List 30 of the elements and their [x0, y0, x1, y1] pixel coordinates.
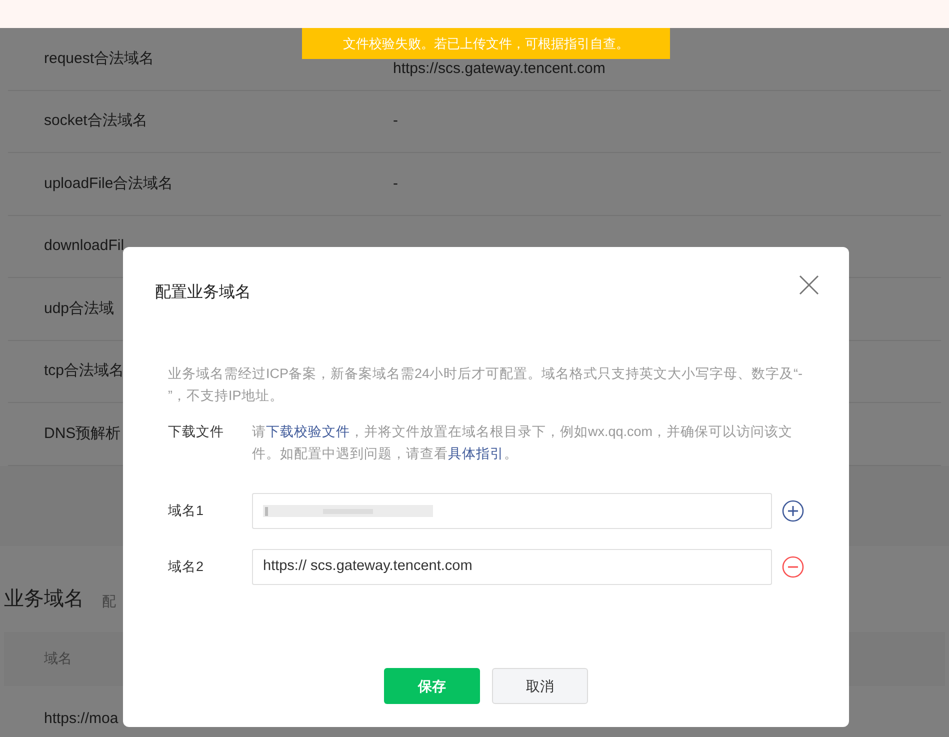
row-value: https://scs.gateway.tencent.com: [393, 58, 606, 78]
row-value: -: [393, 111, 398, 131]
close-icon[interactable]: [799, 275, 819, 295]
blurred-value-icon: [263, 505, 433, 517]
input-value: https:// scs.gateway.tencent.com: [263, 557, 472, 576]
row-label: uploadFile合法域名: [44, 174, 174, 192]
row-label: downloadFil: [44, 237, 124, 254]
cancel-button[interactable]: 取消: [492, 668, 588, 704]
dialog-title: 配置业务域名: [155, 282, 251, 303]
download-instructions: 请下载校验文件，并将文件放置在域名根目录下，例如wx.qq.com，并确保可以访问该文件。如配置中遇到问题，请查看具体指引。: [252, 423, 794, 463]
section-title: 业务域名: [4, 586, 84, 612]
row-label: tcp合法域名: [44, 362, 124, 379]
toast: 文件校验失败。若已上传文件，可根据指引自查。: [302, 28, 670, 59]
section-subtitle: 配: [102, 592, 116, 610]
remove-icon[interactable]: [782, 556, 804, 578]
domain-input[interactable]: https:// scs.gateway.tencent.com: [252, 549, 772, 585]
download-link[interactable]: 下载校验文件: [266, 424, 350, 439]
row-label: request合法域名: [44, 50, 154, 66]
domain-input[interactable]: [252, 493, 772, 529]
field-label: 域名2: [168, 558, 205, 576]
add-icon[interactable]: [782, 500, 804, 522]
row-value: -: [393, 174, 398, 194]
table-cell-text: https://moa: [44, 708, 120, 728]
guide-link[interactable]: 具体指引: [448, 446, 504, 461]
field-label: 域名1: [168, 502, 205, 520]
notice-text: 业务域名需经过ICP备案，新备案域名需24小时后才可配置。域名格式只支持英文大小写字母、数字及“- ”，不支持IP地址。: [168, 365, 804, 405]
row-label: socket合法域名: [44, 112, 148, 129]
row-label: udp合法域: [44, 300, 114, 316]
download-label: 下载文件: [168, 423, 225, 441]
row-label: DNS预解析: [44, 424, 121, 442]
